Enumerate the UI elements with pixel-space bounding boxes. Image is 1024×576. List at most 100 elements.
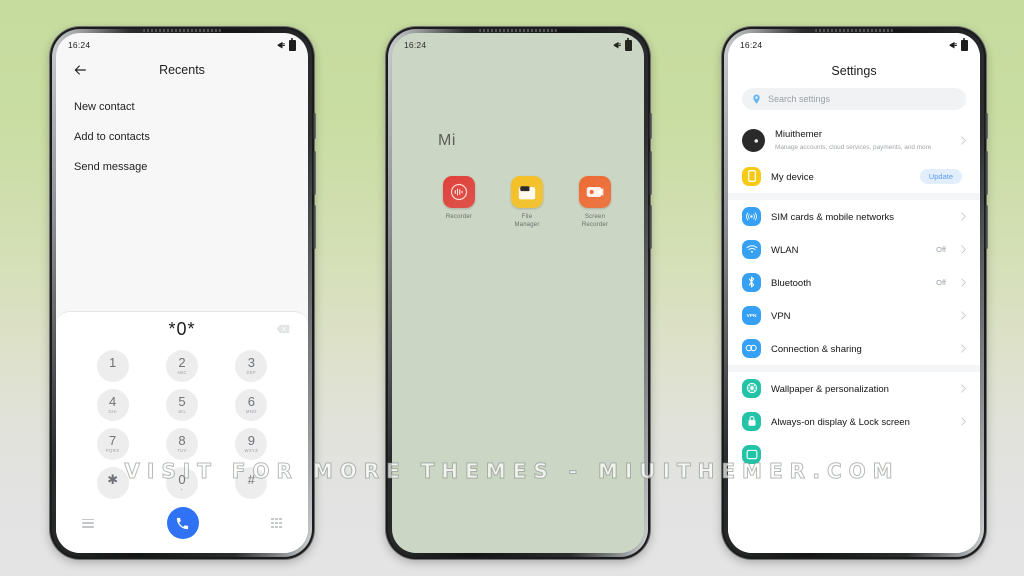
- dialpad-key-6[interactable]: 6 MNO: [235, 389, 268, 421]
- dialpad-key-2[interactable]: 2 ABC: [165, 350, 198, 382]
- dialpad-keys[interactable]: 1 2 ABC 3 DEF 4 GHI 5 JKL 6 MNO 7 PQRS 8 TUV 9 WXYZ ✱ 0 + #: [56, 346, 308, 499]
- chevron-right-icon: [961, 310, 966, 320]
- chevron-right-icon: [961, 136, 966, 145]
- chevron-right-icon: [961, 211, 966, 221]
- settings-row-bluetooth[interactable]: Bluetooth Off: [728, 266, 980, 299]
- phone-glyph-icon: [747, 170, 756, 183]
- call-button[interactable]: [166, 507, 199, 539]
- status-bar: 16:24: [728, 33, 980, 54]
- chevron-right-icon: [961, 416, 966, 426]
- app-item[interactable]: File Manager: [504, 176, 550, 229]
- dialpad-key-digit: 4: [109, 394, 117, 410]
- option-new-contact[interactable]: New contact: [56, 92, 308, 122]
- dialpad-key-8[interactable]: 8 TUV: [165, 428, 198, 460]
- update-badge[interactable]: Update: [919, 168, 962, 184]
- chevron-right-icon: [961, 343, 966, 353]
- wifi-icon: [742, 239, 761, 259]
- dialpad-key-digit: 9: [247, 433, 255, 449]
- file-manager-icon[interactable]: [511, 176, 543, 208]
- account-description: Manage accounts, cloud services, payment…: [775, 144, 932, 152]
- dialpad-key-✱[interactable]: ✱: [96, 467, 129, 499]
- dialer-header: Recents: [56, 54, 308, 88]
- power-button[interactable]: [649, 113, 652, 139]
- phone-device-dialer: 16:24 Recents New contact Add to contact…: [50, 27, 316, 559]
- dialpad-key-3[interactable]: 3 DEF: [235, 350, 268, 382]
- dialpad-key-digit: 2: [178, 355, 186, 371]
- settings-row-label: VPN: [771, 311, 791, 323]
- app-icon-row: Recorder File Manager Screen Recorder: [436, 176, 644, 229]
- chevron-right-icon: [961, 244, 966, 254]
- settings-row-label: Bluetooth: [771, 278, 812, 290]
- battery-icon: [289, 38, 296, 51]
- status-bar: 16:24: [392, 33, 644, 54]
- dialpad-key-letters: GHI: [108, 408, 117, 414]
- settings-row-label: SIM cards & mobile networks: [771, 212, 895, 224]
- option-add-to-contacts[interactable]: Add to contacts: [56, 122, 308, 152]
- menu-icon[interactable]: [82, 518, 94, 528]
- bluetooth-icon: [742, 272, 761, 292]
- dialpad-key-#[interactable]: #: [235, 467, 268, 499]
- volume-up-button[interactable]: [649, 151, 652, 195]
- dialpad-key-digit: 5: [178, 394, 186, 410]
- dialpad-key-letters: DEF: [246, 369, 257, 375]
- page-title: Recents: [159, 63, 205, 77]
- dialpad-key-9[interactable]: 9 WXYZ: [235, 428, 268, 460]
- settings-row-label: Connection & sharing: [771, 344, 862, 356]
- volume-down-button[interactable]: [649, 205, 652, 249]
- earpiece-speaker: [815, 29, 893, 32]
- phone-icon: [742, 166, 761, 186]
- back-arrow-icon[interactable]: [72, 62, 88, 78]
- app-item[interactable]: Recorder: [436, 176, 482, 229]
- volume-down-button[interactable]: [985, 205, 988, 249]
- settings-row-my-device[interactable]: My device Update: [728, 160, 980, 193]
- app-label: Recorder: [445, 214, 473, 220]
- palette-icon: [742, 378, 761, 398]
- settings-row-vpn[interactable]: VPN VPN: [728, 299, 980, 332]
- chevron-right-icon: [961, 277, 966, 287]
- power-button[interactable]: [313, 113, 316, 139]
- app-item[interactable]: Screen Recorder: [572, 176, 618, 229]
- screen-recorder-icon[interactable]: [579, 176, 611, 208]
- settings-row-wlan[interactable]: WLAN Off: [728, 233, 980, 266]
- volume-down-button[interactable]: [313, 205, 316, 249]
- settings-row-always-on-display-lock-screen[interactable]: Always-on display & Lock screen: [728, 405, 980, 438]
- dialer-bottom-bar: [56, 499, 308, 553]
- settings-row-account[interactable]: Miuithemer Manage accounts, cloud servic…: [728, 122, 980, 160]
- settings-row-sim-cards-mobile-networks[interactable]: SIM cards & mobile networks: [728, 200, 980, 233]
- dialpad-key-letters: PQRS: [105, 447, 120, 453]
- dialpad-key-digit: 1: [109, 355, 117, 371]
- power-button[interactable]: [985, 113, 988, 139]
- backspace-icon[interactable]: [276, 324, 290, 334]
- settings-row-connection-sharing[interactable]: Connection & sharing: [728, 332, 980, 365]
- status-time: 16:24: [404, 40, 427, 50]
- account-name: Miuithemer: [775, 129, 822, 140]
- recorder-icon[interactable]: [443, 176, 475, 208]
- settings-row-partial[interactable]: [728, 438, 980, 471]
- battery-icon: [625, 38, 632, 51]
- dialpad-key-7[interactable]: 7 PQRS: [96, 428, 129, 460]
- dialpad-key-4[interactable]: 4 GHI: [96, 389, 129, 421]
- search-input[interactable]: Search settings: [742, 88, 966, 110]
- settings-row-label: Wallpaper & personalization: [771, 384, 889, 396]
- keypad-icon[interactable]: [271, 517, 282, 529]
- status-bar: 16:24: [56, 33, 308, 54]
- dialpad-key-0[interactable]: 0 +: [165, 467, 198, 499]
- dialpad-key-5[interactable]: 5 JKL: [165, 389, 198, 421]
- volume-up-button[interactable]: [313, 151, 316, 195]
- settings-row-value: Off: [936, 277, 946, 287]
- dialpad-key-digit: 7: [109, 433, 117, 449]
- dialer-options-list: New contact Add to contacts Send message: [56, 88, 308, 182]
- volume-up-button[interactable]: [985, 151, 988, 195]
- dialpad-key-1[interactable]: 1: [96, 350, 129, 382]
- dialpad-key-digit: 0: [178, 472, 186, 488]
- dialpad-key-letters: MNO: [245, 408, 257, 414]
- dialpad-key-letters: ABC: [177, 369, 187, 375]
- dialpad-key-letters: +: [180, 486, 184, 492]
- dialpad-key-digit: ✱: [107, 472, 119, 488]
- call-icon: [176, 517, 189, 529]
- app-label: File Manager: [514, 214, 540, 229]
- section-divider: [728, 364, 980, 372]
- settings-row-wallpaper-personalization[interactable]: Wallpaper & personalization: [728, 372, 980, 405]
- settings-screen: 16:24 Settings Search settings Miuitheme…: [728, 33, 980, 553]
- option-send-message[interactable]: Send message: [56, 152, 308, 182]
